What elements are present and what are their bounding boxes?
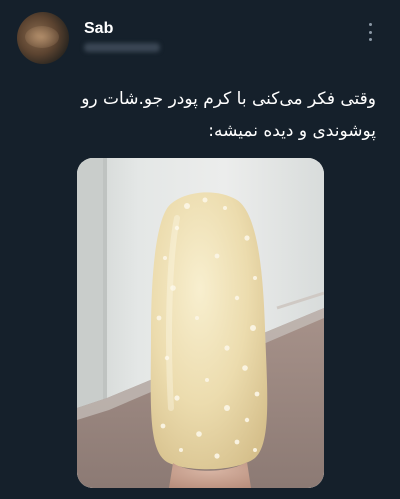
- avatar-image: [25, 26, 59, 48]
- tweet-media-photo[interactable]: [77, 158, 324, 488]
- more-dot: [368, 38, 372, 41]
- ice-cream-photo: [77, 158, 324, 488]
- more-dot: [368, 30, 372, 34]
- more-dot: [368, 23, 372, 26]
- avatar[interactable]: [17, 12, 69, 64]
- author-display-name[interactable]: Sab: [84, 20, 113, 38]
- tweet-text: وقتی فکر می‌کنی با کرم پودر جو.شات رو پو…: [81, 89, 376, 141]
- more-vertical-icon[interactable]: [362, 20, 378, 44]
- author-handle-redacted: [84, 43, 160, 52]
